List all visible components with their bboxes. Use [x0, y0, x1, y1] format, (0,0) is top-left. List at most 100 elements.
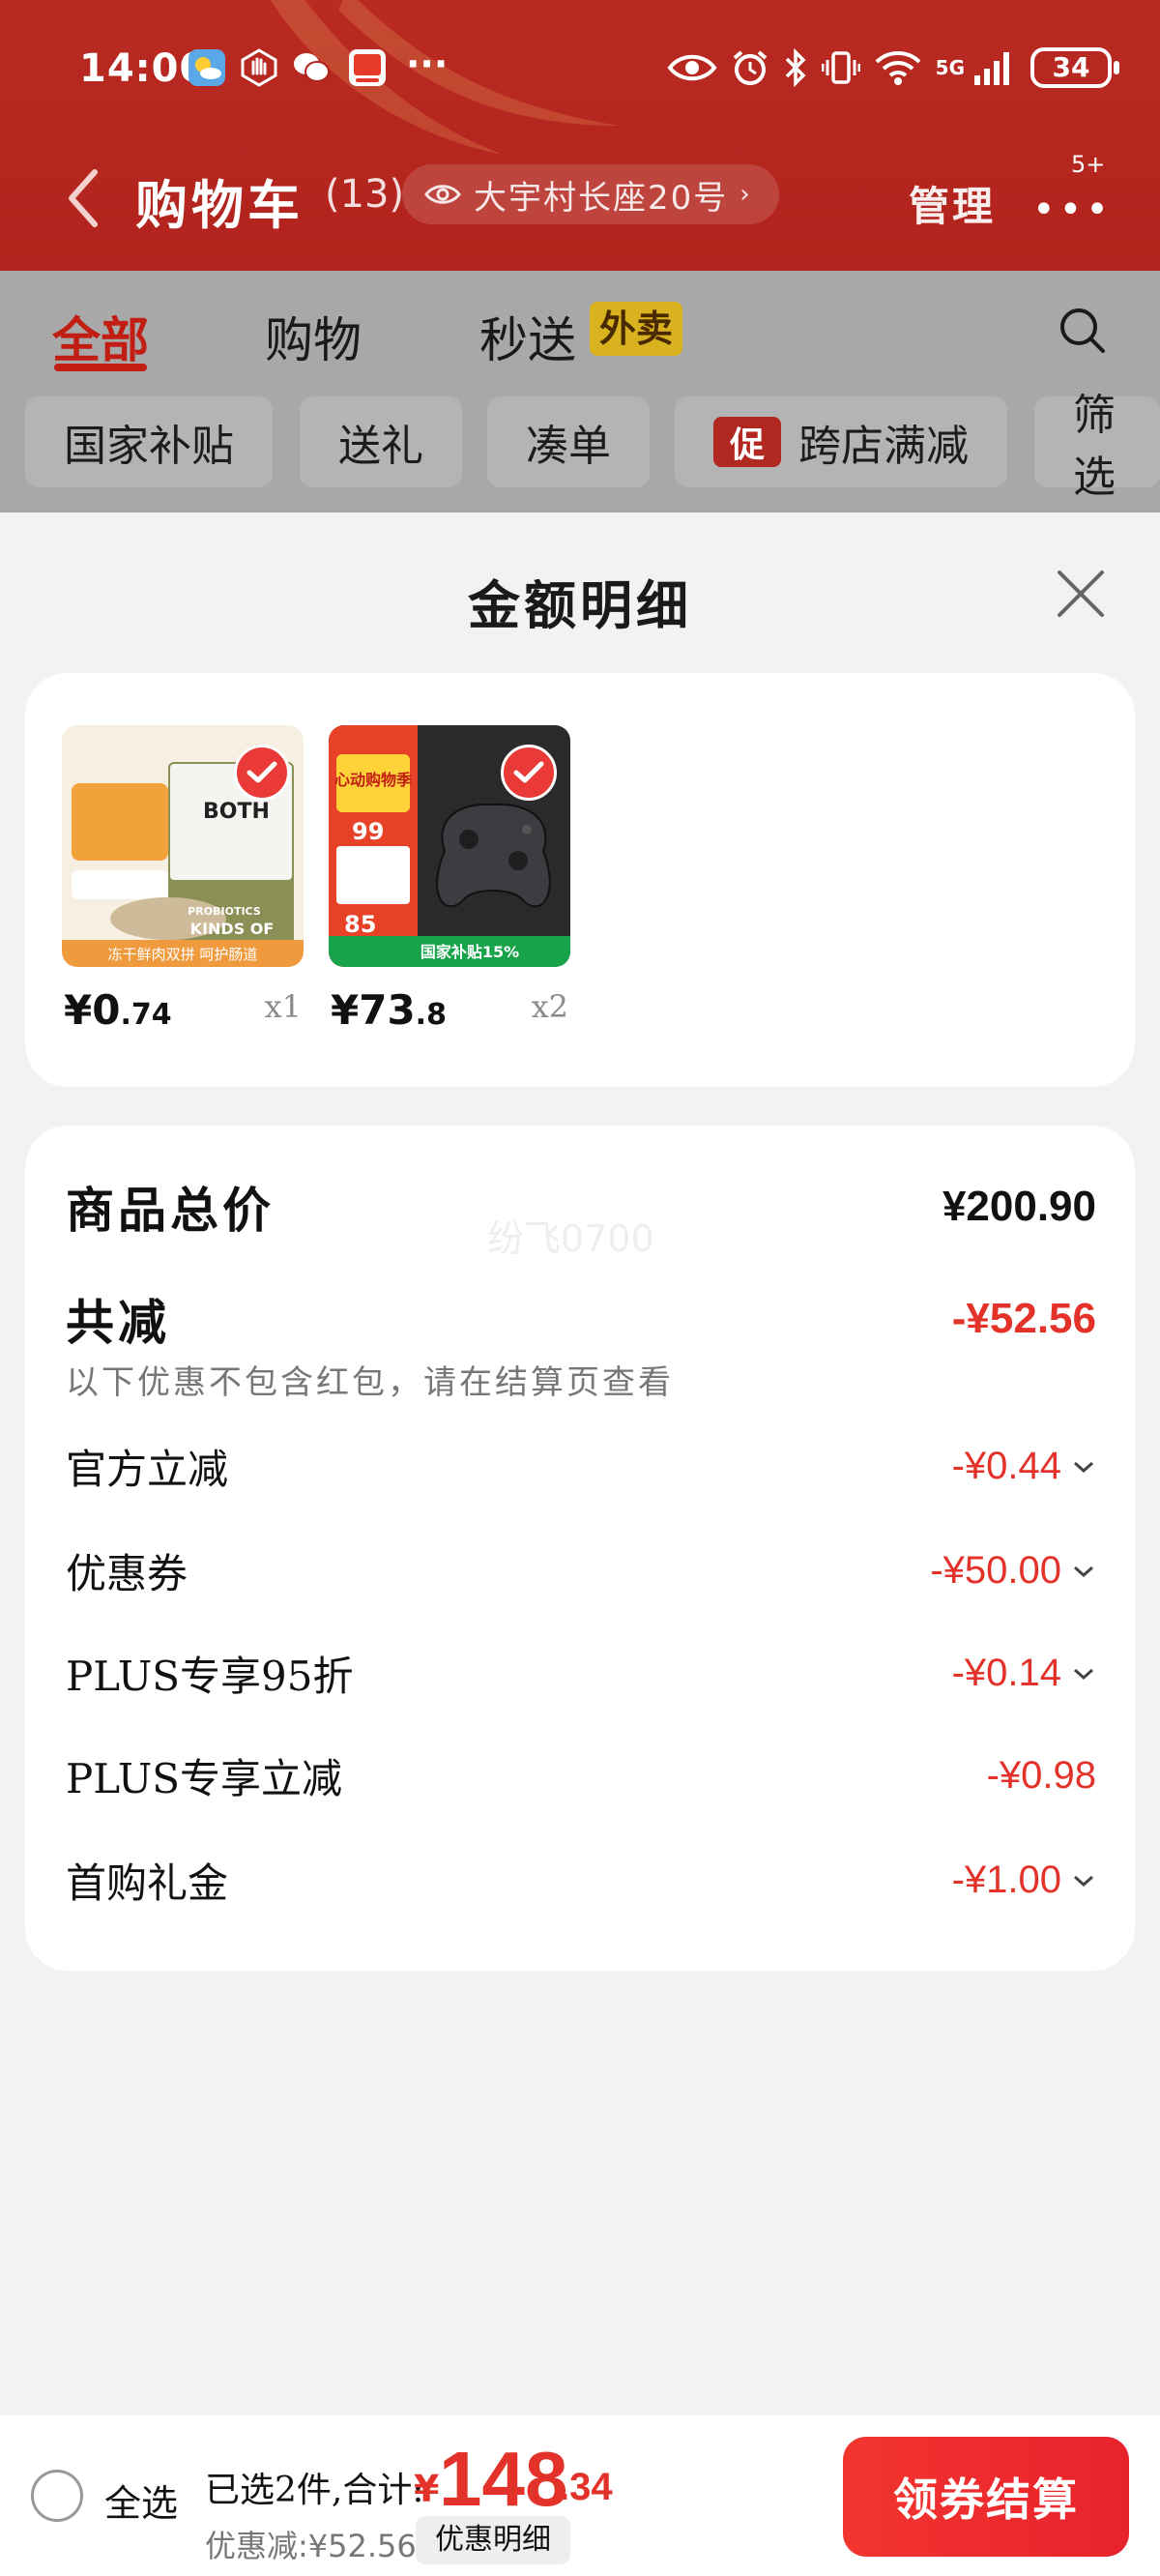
total-reduce-value: -¥52.56 [951, 1295, 1096, 1342]
product-item[interactable]: BOTH PROBIOTICS KINDS OF 冻干鲜肉双拼 呵护肠道 ¥0.… [62, 725, 304, 1034]
status-bar: 14:00 ··· 5G 34 [0, 0, 1160, 135]
battery-indicator: 34 [1030, 47, 1119, 88]
chevron-down-icon [1074, 1668, 1093, 1680]
discount-label: 优惠券 [66, 1550, 188, 1597]
checked-icon[interactable] [501, 745, 557, 801]
discount-value: -¥0.44 [952, 1445, 1096, 1488]
product-thumbnail: 心动购物季 99 85 国家补贴15% [329, 725, 570, 967]
tab-instant[interactable]: 秒送 [479, 302, 576, 371]
back-icon[interactable] [60, 164, 108, 232]
discount-row-official[interactable]: 官方立减 -¥0.44 [66, 1437, 1096, 1496]
filter-label: 国家补贴 [64, 422, 234, 471]
saved-amount: 优惠减:¥52.56 [205, 2528, 417, 2564]
discount-label: 首购礼金 [66, 1859, 229, 1907]
selected-products-card: BOTH PROBIOTICS KINDS OF 冻干鲜肉双拼 呵护肠道 ¥0.… [25, 673, 1135, 1087]
filter-label: 筛选 [1073, 391, 1116, 502]
product-brand-text: BOTH [203, 800, 270, 824]
vibrate-icon [821, 51, 860, 84]
total-reduce-label: 共减 [66, 1294, 170, 1351]
product-price: ¥0.74 [64, 986, 172, 1034]
discount-amount: -¥1.00 [951, 1859, 1061, 1901]
checkout-button[interactable]: 领券结算 [843, 2437, 1129, 2557]
price-int: ¥0 [64, 986, 121, 1034]
product-thumbnail: BOTH PROBIOTICS KINDS OF 冻干鲜肉双拼 呵护肠道 [62, 725, 304, 967]
discount-detail-button[interactable]: 优惠明细 [416, 2516, 570, 2564]
discount-value: -¥1.00 [952, 1859, 1096, 1902]
discount-label: 官方立减 [66, 1446, 229, 1493]
checked-icon[interactable] [234, 745, 290, 801]
select-all-label[interactable]: 全选 [104, 2474, 178, 2527]
eye-icon [667, 54, 717, 81]
selected-summary: 已选2件,合计: [205, 2471, 424, 2510]
signal-icon [974, 52, 1009, 85]
wifi-icon [875, 51, 921, 85]
address-text: 大宇村长座20号 [474, 178, 729, 218]
discount-note: 以下优惠不包含红包，请在结算页查看 [66, 1363, 674, 1402]
filter-label: 跨店满减 [798, 422, 969, 471]
discount-value: -¥0.14 [952, 1652, 1096, 1695]
discount-label: PLUS专享立减 [66, 1755, 343, 1802]
close-icon[interactable] [1054, 567, 1108, 621]
sheet-title: 金额明细 [468, 574, 692, 636]
filter-screen[interactable]: 筛选 [1034, 391, 1160, 502]
manage-button[interactable]: 管理 [909, 174, 996, 233]
bluetooth-icon [785, 48, 806, 87]
product-badge-text: 心动购物季 [334, 771, 413, 789]
message-badge: 5+ [1071, 151, 1106, 178]
discount-row-plus95[interactable]: PLUS专享95折 -¥0.14 [66, 1644, 1096, 1703]
total-price-row: 商品总价 ¥200.90 [66, 1172, 1096, 1242]
product-price: ¥73.8 [331, 986, 447, 1034]
more-options-icon[interactable]: ••• [1032, 188, 1113, 232]
location-eye-icon [424, 185, 461, 204]
discount-value: -¥50.00 [930, 1549, 1096, 1593]
price-summary-card: 纷飞0700 商品总价 ¥200.90 共减 -¥52.56 以下优惠不包含红包… [25, 1126, 1135, 1971]
promo-badge: 促 [713, 417, 781, 467]
filter-national-subsidy[interactable]: 国家补贴 [25, 396, 273, 487]
tab-all[interactable]: 全部 [52, 302, 149, 371]
tab-shopping[interactable]: 购物 [265, 302, 362, 371]
product-item[interactable]: 心动购物季 99 85 国家补贴15% ¥73.8 x2 [329, 725, 570, 1034]
discount-row-plus-reduce: PLUS专享立减 -¥0.98 [66, 1746, 1096, 1805]
filter-label: 送礼 [338, 422, 423, 471]
product-caption-text: 国家补贴15% [420, 943, 519, 961]
filter-gift[interactable]: 送礼 [300, 396, 462, 487]
status-more-icon: ··· [406, 43, 449, 85]
discount-row-first-purchase[interactable]: 首购礼金 -¥1.00 [66, 1851, 1096, 1910]
discount-amount: -¥50.00 [930, 1549, 1061, 1592]
tab-active-indicator [54, 364, 147, 371]
price-decimal: .8 [415, 998, 447, 1032]
chevron-down-icon [1074, 1566, 1093, 1577]
total-amount-int: 148 [439, 2436, 568, 2522]
takeaway-badge: 外卖 [590, 302, 683, 356]
total-currency: ¥ [414, 2468, 440, 2510]
total-price-value: ¥200.90 [942, 1183, 1096, 1230]
page-title: 购物车 [135, 175, 304, 236]
discount-row-coupon[interactable]: 优惠券 -¥50.00 [66, 1541, 1096, 1600]
filter-cross-store[interactable]: 促 跨店满减 [675, 396, 1007, 487]
product-line2-text: KINDS OF [190, 920, 275, 938]
hand-icon [241, 48, 277, 87]
amount-detail-sheet: 金额明细 BOTH PROBIOTICS KINDS OF 冻干鲜肉双拼 呵护肠… [0, 514, 1160, 2414]
app-icon [349, 49, 386, 86]
search-icon[interactable] [1056, 304, 1108, 356]
total-price-label: 商品总价 [66, 1182, 275, 1239]
product-num1-text: 99 [352, 818, 384, 845]
cart-tabs-area: 全部 购物 秒送 外卖 国家补贴 送礼 凑单 促 跨店满减 筛选 [0, 271, 1160, 512]
network-label: 5G [935, 56, 965, 79]
cart-count: (13) [325, 172, 405, 217]
address-selector[interactable]: 大宇村长座20号 › [402, 164, 779, 224]
discount-amount: -¥0.14 [951, 1652, 1061, 1694]
total-reduce-row: 共减 -¥52.56 [66, 1284, 1096, 1354]
app-header: 14:00 ··· 5G 34 购物车 (13) 大宇村长座20号 › 管理 •… [0, 0, 1160, 271]
nav-bar: 购物车 (13) 大宇村长座20号 › 管理 ••• 5+ [0, 145, 1160, 251]
status-right-icons: 5G 34 [667, 46, 1119, 89]
wechat-icon [294, 53, 330, 82]
product-line1-text: PROBIOTICS [188, 905, 261, 918]
select-all-radio[interactable] [31, 2470, 83, 2522]
chevron-right-icon: › [740, 180, 752, 209]
filter-bundle[interactable]: 凑单 [487, 396, 650, 487]
chevron-down-icon [1074, 1461, 1093, 1473]
discount-amount: -¥0.98 [986, 1754, 1096, 1797]
discount-amount: -¥0.44 [951, 1445, 1061, 1487]
weather-icon [188, 49, 225, 86]
